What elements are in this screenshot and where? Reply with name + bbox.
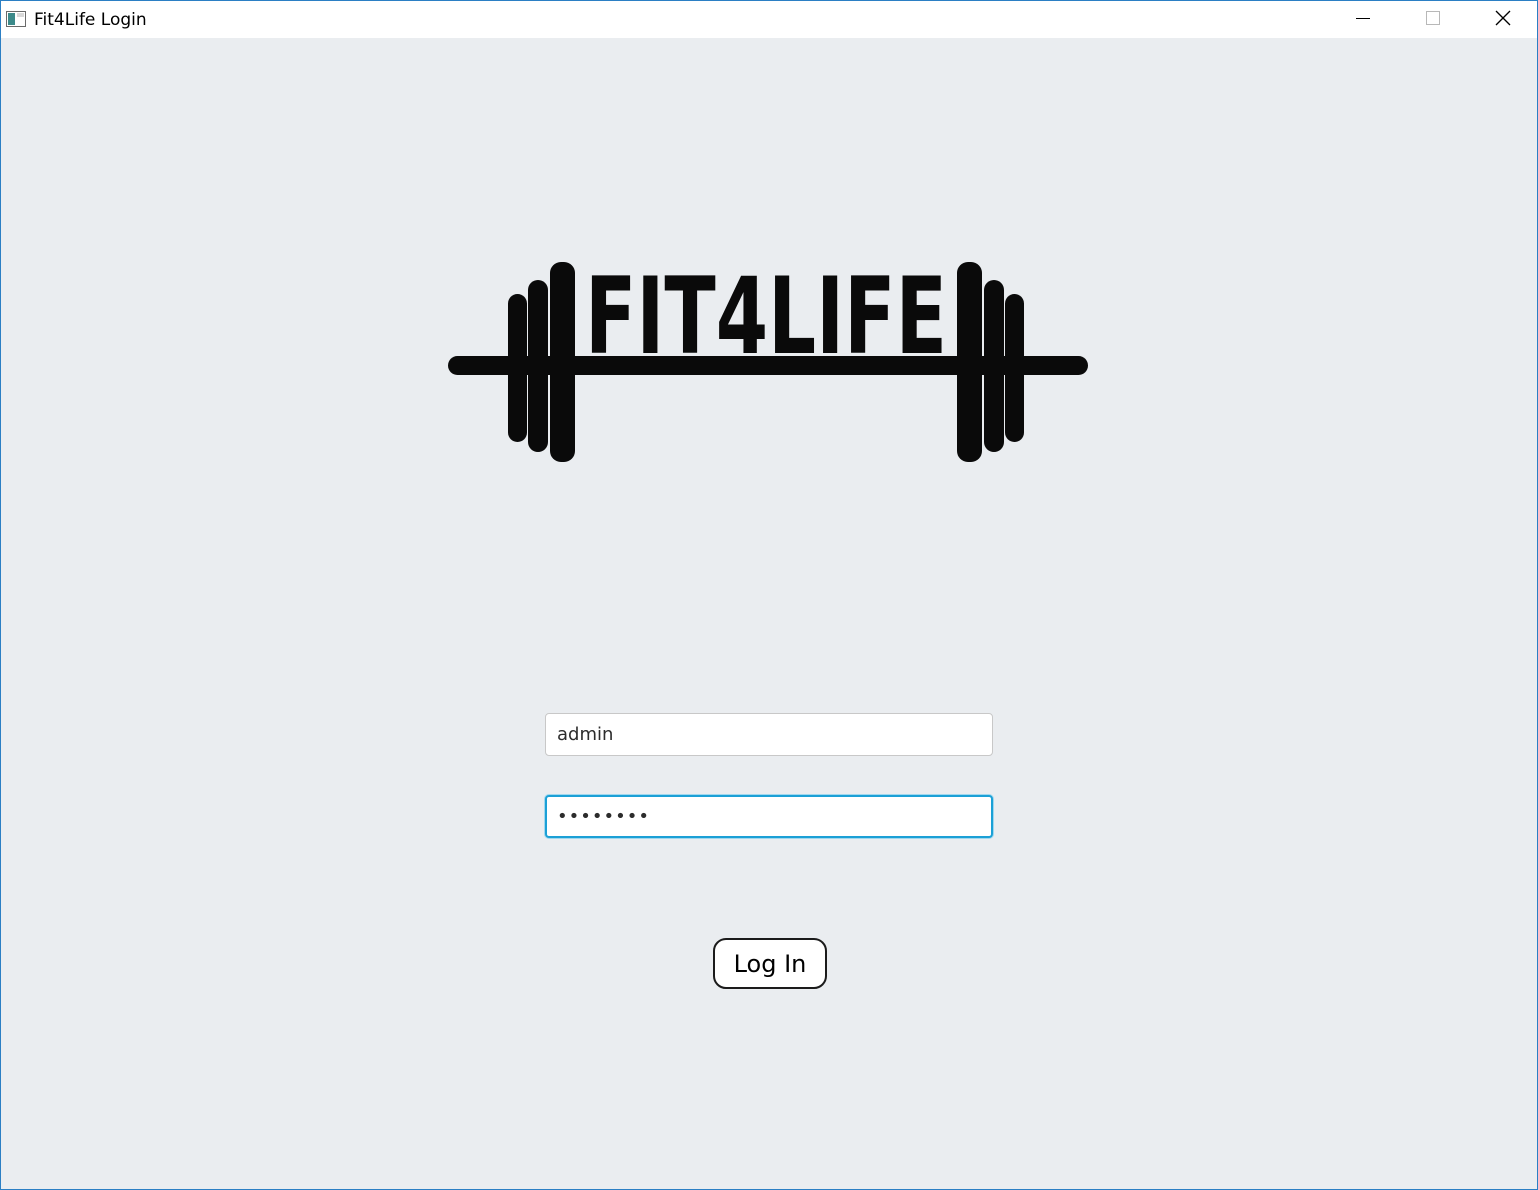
title-bar[interactable]: Fit4Life Login bbox=[1, 1, 1537, 38]
username-input[interactable] bbox=[545, 713, 993, 756]
fit4life-logo: FIT4LIFE bbox=[447, 260, 1090, 463]
maximize-button[interactable] bbox=[1398, 1, 1468, 38]
login-window: Fit4Life Login FIT4LIFE admin •••••••• L… bbox=[0, 0, 1538, 1190]
barbell-icon: FIT4LIFE bbox=[448, 260, 1088, 462]
logo-wordmark: FIT4LIFE bbox=[585, 260, 947, 378]
minimize-icon bbox=[1356, 10, 1370, 29]
maximize-icon bbox=[1426, 10, 1440, 29]
window-title: Fit4Life Login bbox=[34, 10, 147, 30]
login-content: FIT4LIFE Log In bbox=[1, 38, 1537, 1189]
password-input[interactable] bbox=[545, 795, 993, 838]
close-icon bbox=[1495, 10, 1511, 30]
minimize-button[interactable] bbox=[1328, 1, 1398, 38]
close-button[interactable] bbox=[1468, 1, 1537, 38]
app-window-icon bbox=[6, 11, 26, 27]
login-button[interactable]: Log In bbox=[713, 938, 827, 989]
